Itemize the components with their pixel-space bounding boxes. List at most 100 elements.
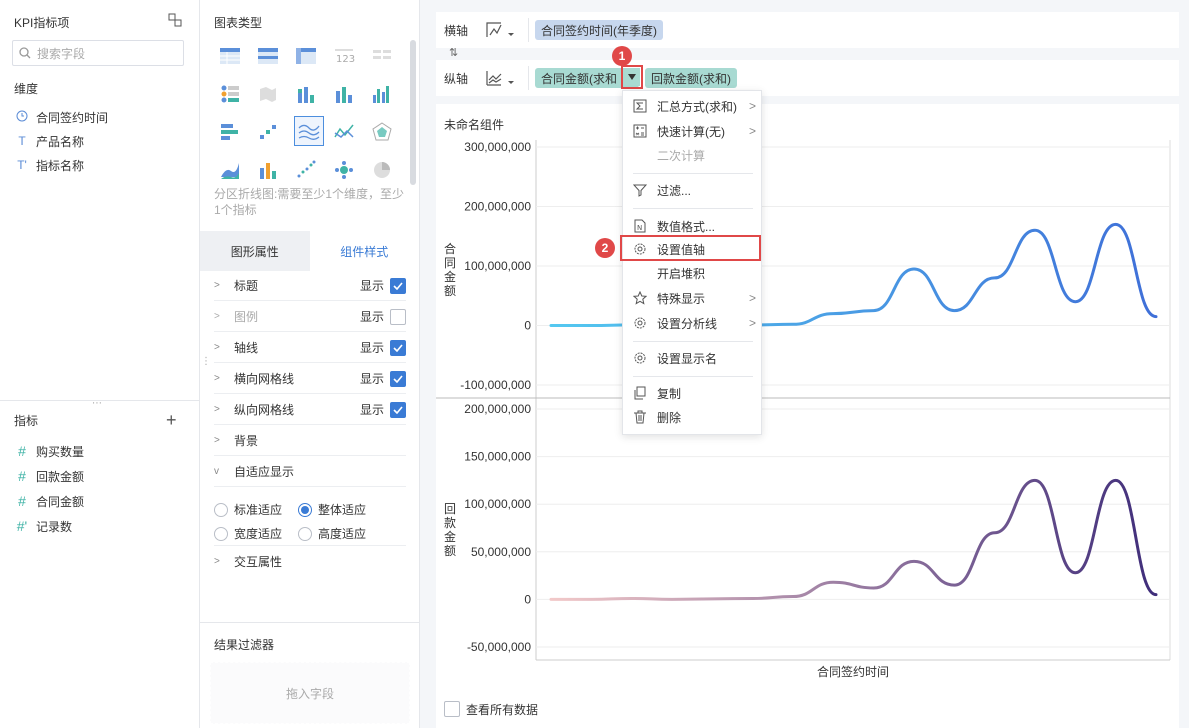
x-axis-field-pill[interactable]: 合同签约时间(年季度) xyxy=(535,20,663,40)
metric-item[interactable]: # 回款金额 xyxy=(14,467,84,485)
metric-item[interactable]: #' 记录数 xyxy=(14,517,72,535)
x-axis-title: 合同签约时间 xyxy=(817,664,889,679)
bar-chart-icon[interactable] xyxy=(332,82,356,106)
combo-bar-icon[interactable] xyxy=(256,158,280,182)
horizontal-bar-icon[interactable] xyxy=(218,120,242,144)
resize-handle-icon[interactable]: ⋮ xyxy=(201,357,211,367)
menu-label: 删除 xyxy=(657,410,682,425)
menu-item-copy[interactable]: 复制 xyxy=(623,381,763,405)
svg-text:123: 123 xyxy=(336,54,355,65)
dimension-item[interactable]: T' 指标名称 xyxy=(14,156,84,174)
group-table-icon[interactable] xyxy=(256,44,280,68)
y-axis-title-char: 额 xyxy=(444,284,456,298)
chart-type-scrollbar[interactable] xyxy=(410,40,416,185)
menu-item-stack[interactable]: 开启堆积 xyxy=(623,261,763,285)
menu-label: 特殊显示 xyxy=(657,291,706,306)
tab-graphic-properties[interactable]: 图形属性 xyxy=(200,231,310,271)
step-badge-1: 1 xyxy=(612,46,632,66)
radar-chart-icon[interactable] xyxy=(370,120,394,144)
y-axis-title-char: 款 xyxy=(444,516,456,530)
menu-item-special-display[interactable]: 特殊显示 > xyxy=(623,286,763,310)
chevron-right-icon: > xyxy=(749,124,757,138)
y-axis-type-icon[interactable] xyxy=(484,68,528,88)
menu-item-delete[interactable]: 删除 xyxy=(623,405,763,429)
dimension-item[interactable]: 合同签约时间 xyxy=(14,108,108,126)
metric-label: 购买数量 xyxy=(36,444,85,459)
y-axis-title-char: 金 xyxy=(444,269,456,284)
multi-bar-icon[interactable] xyxy=(370,82,394,106)
text-T-icon: T xyxy=(18,134,26,148)
metric-label: 回款金额 xyxy=(36,469,85,484)
menu-item-aggregation[interactable]: 汇总方式(求和) > xyxy=(623,94,763,118)
swap-axes-icon[interactable]: ⇅ xyxy=(449,46,458,59)
y-axis-field-pill-payment[interactable]: 回款金额(求和) xyxy=(645,68,737,88)
map-chart-icon[interactable] xyxy=(256,82,280,106)
view-all-data-checkbox[interactable] xyxy=(444,701,460,717)
dimension-item[interactable]: T 产品名称 xyxy=(14,132,84,150)
field-context-menu: 汇总方式(求和) > 快速计算(无) > 二次计算 过滤... N 数值格式... … xyxy=(622,90,762,435)
search-input[interactable]: 搜索字段 xyxy=(12,40,184,66)
dot-table-icon[interactable] xyxy=(218,82,242,106)
view-all-data-label: 查看所有数据 xyxy=(466,702,539,717)
y-axis-title-char: 金 xyxy=(444,529,456,544)
dimension-label: 指标名称 xyxy=(36,158,85,173)
menu-label: 快速计算(无) xyxy=(657,124,725,139)
switch-dataset-icon[interactable] xyxy=(168,13,182,27)
detail-table-icon[interactable] xyxy=(370,44,394,68)
y-tick-label: 200,000,000 xyxy=(464,200,531,214)
x-axis-type-icon[interactable] xyxy=(484,20,528,40)
chart-canvas: 300,000,000 200,000,000 100,000,000 0 -100,0… xyxy=(436,140,1171,679)
copy-icon xyxy=(633,386,657,400)
search-icon xyxy=(19,47,31,59)
y-tick-label: 0 xyxy=(524,592,531,606)
step-chart-icon[interactable] xyxy=(256,120,280,144)
dataset-title: KPI指标项 xyxy=(14,16,70,30)
calculator-icon xyxy=(633,124,657,138)
area-chart-icon[interactable] xyxy=(218,158,242,182)
hash-star-icon: #' xyxy=(16,518,28,534)
menu-item-quick-calc[interactable]: 快速计算(无) > xyxy=(623,119,763,143)
menu-item-filter[interactable]: 过滤... xyxy=(623,178,763,202)
menu-item-secondary-calc[interactable]: 二次计算 xyxy=(623,143,763,167)
y-axis-title-char: 合 xyxy=(444,241,456,256)
axis-separator xyxy=(528,18,529,42)
metric-label: 记录数 xyxy=(36,519,73,534)
text-T-star-icon: T' xyxy=(17,158,27,172)
chevron-right-icon: > xyxy=(749,316,757,330)
cross-table-icon[interactable] xyxy=(294,44,318,68)
area-line-chart-icon[interactable] xyxy=(294,116,324,146)
metric-item[interactable]: # 购买数量 xyxy=(14,442,84,460)
chevron-right-icon: > xyxy=(749,99,757,113)
y-tick-label: 200,000,000 xyxy=(464,402,531,416)
menu-label: 开启堆积 xyxy=(657,266,706,281)
bubble-chart-icon[interactable] xyxy=(332,158,356,182)
x-axis-row: 横轴 合同签约时间(年季度) xyxy=(436,12,1179,48)
menu-label: 设置显示名 xyxy=(657,351,718,366)
menu-separator xyxy=(633,173,753,174)
dimension-label: 产品名称 xyxy=(36,134,85,149)
field-panel: KPI指标项 搜索字段 维度 合同签约时间 T 产品名称 T' 指标名称 指标 … xyxy=(0,0,200,728)
y-axis-label: 纵轴 xyxy=(444,71,469,86)
y-tick-label: 100,000,000 xyxy=(464,497,531,511)
add-metric-icon[interactable]: + xyxy=(166,410,177,431)
kpi-number-icon[interactable]: 123 xyxy=(332,44,356,68)
property-tabs: 图形属性 组件样式 xyxy=(200,231,419,271)
y-axis-title-char: 同 xyxy=(444,256,456,270)
metric-item[interactable]: # 合同金额 xyxy=(14,492,84,510)
y-tick-label: 150,000,000 xyxy=(464,450,531,464)
number-format-icon: N xyxy=(633,219,657,233)
line-chart-icon[interactable] xyxy=(332,120,356,144)
series-line xyxy=(549,478,1158,601)
table-chart-icon[interactable] xyxy=(218,44,242,68)
scatter-chart-icon[interactable] xyxy=(294,158,318,182)
tab-component-style[interactable]: 组件样式 xyxy=(309,231,419,271)
menu-item-analysis-line[interactable]: 设置分析线 > xyxy=(623,311,763,335)
step-badge-2: 2 xyxy=(595,238,615,258)
pie-chart-icon[interactable] xyxy=(370,158,394,182)
vertical-resize-handle-icon[interactable]: ⋯ xyxy=(92,398,102,409)
stacked-bar-icon[interactable] xyxy=(294,82,318,106)
gear-icon xyxy=(633,351,657,365)
chart-config-panel: 图表类型 123 分区折线图:需要至少1个维度，至少1个指标 xyxy=(200,0,420,728)
menu-item-display-name[interactable]: 设置显示名 xyxy=(623,346,763,370)
dimension-title: 维度 xyxy=(14,82,39,96)
